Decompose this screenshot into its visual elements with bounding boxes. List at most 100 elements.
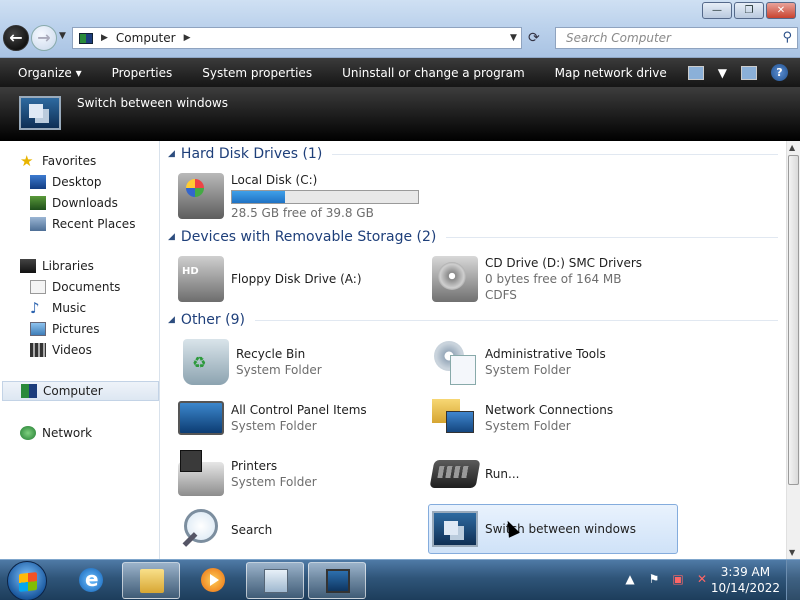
chevron-right-icon[interactable]: ▶: [184, 33, 191, 43]
map-network-drive-button[interactable]: Map network drive: [555, 66, 667, 80]
group-removable-storage[interactable]: ◢ Devices with Removable Storage (2): [168, 229, 778, 245]
search-icon[interactable]: ⚲: [782, 28, 792, 48]
nav-documents-label: Documents: [52, 280, 121, 294]
recent-pages-dropdown[interactable]: ▼: [59, 31, 66, 41]
uninstall-program-button[interactable]: Uninstall or change a program: [342, 66, 525, 80]
close-button[interactable]: ✕: [766, 2, 796, 19]
drive-filesystem: CDFS: [485, 288, 517, 302]
properties-button[interactable]: Properties: [112, 66, 173, 80]
drive-floppy-a[interactable]: Floppy Disk Drive (A:): [178, 254, 362, 304]
recycle-bin-icon: [183, 339, 229, 385]
search-input[interactable]: Search Computer ⚲: [555, 27, 798, 49]
scroll-up-icon[interactable]: ▲: [789, 143, 795, 152]
organize-button[interactable]: Organize ▾: [18, 66, 82, 80]
show-desktop-button[interactable]: [786, 560, 800, 600]
cd-drive-icon: [432, 256, 478, 302]
internet-explorer-icon: [79, 567, 103, 592]
volume-muted-icon[interactable]: ✕: [694, 572, 710, 586]
network-connections-icon: [432, 395, 478, 441]
item-administrative-tools[interactable]: Administrative Tools System Folder: [432, 337, 606, 387]
nav-computer[interactable]: Computer: [2, 381, 159, 401]
admin-tools-icon: [432, 339, 478, 385]
switch-windows-icon: [432, 511, 478, 547]
run-icon: [429, 460, 481, 488]
breadcrumb-computer[interactable]: Computer: [116, 31, 176, 45]
clock[interactable]: 3:39 AM 10/14/2022: [711, 564, 780, 596]
item-switch-between-windows[interactable]: Switch between windows: [428, 504, 678, 554]
item-network-connections[interactable]: Network Connections System Folder: [432, 393, 613, 443]
collapse-arrow-icon[interactable]: ◢: [168, 149, 175, 159]
action-center-flag-icon[interactable]: ⚑: [646, 572, 662, 586]
item-search[interactable]: Search: [178, 505, 272, 555]
drive-free-space: 28.5 GB free of 39.8 GB: [231, 205, 374, 220]
forward-button[interactable]: →: [31, 25, 57, 51]
drive-free-space: 0 bytes free of 164 MB: [485, 272, 622, 286]
details-header: Switch between windows: [0, 87, 800, 141]
minimize-button[interactable]: —: [702, 2, 732, 19]
network-status-icon[interactable]: ▣: [670, 572, 686, 586]
taskbar-document[interactable]: [246, 562, 304, 599]
drive-usage-fill: [232, 190, 285, 203]
collapse-arrow-icon[interactable]: ◢: [168, 315, 175, 325]
item-recycle-bin[interactable]: Recycle Bin System Folder: [178, 337, 322, 387]
vertical-scrollbar[interactable]: ▲ ▼: [786, 141, 800, 559]
drive-name: Local Disk (C:): [231, 172, 318, 187]
change-view-icon[interactable]: [687, 65, 704, 80]
nav-videos-label: Videos: [52, 343, 92, 357]
group-title: Other (9): [180, 312, 245, 328]
clock-date: 10/14/2022: [710, 581, 780, 595]
recent-places-icon: [30, 217, 46, 231]
drive-cd-d[interactable]: CD Drive (D:) SMC Drivers 0 bytes free o…: [432, 254, 642, 304]
title-bar: — ❐ ✕ ← → ▼ ▶ Computer ▶ ▼ ⟳ Search Comp…: [0, 0, 800, 58]
media-player-icon: [201, 568, 225, 592]
nav-favorites[interactable]: ★ Favorites: [20, 151, 177, 171]
item-type: System Folder: [485, 419, 571, 433]
chevron-right-icon[interactable]: ▶: [101, 33, 108, 43]
details-title: Switch between windows: [77, 96, 228, 110]
collapse-arrow-icon[interactable]: ◢: [168, 232, 175, 242]
drive-local-disk-c[interactable]: Local Disk (C:) 28.5 GB free of 39.8 GB: [178, 171, 419, 221]
nav-network-label: Network: [42, 426, 93, 440]
group-other[interactable]: ◢ Other (9): [168, 312, 778, 328]
scroll-down-icon[interactable]: ▼: [789, 548, 795, 557]
item-name: Recycle Bin: [236, 347, 306, 361]
floppy-drive-icon: [178, 256, 224, 302]
show-hidden-icons-icon[interactable]: ▲: [622, 572, 638, 586]
nav-network[interactable]: Network: [20, 423, 177, 443]
taskbar-switch-windows[interactable]: [308, 562, 366, 599]
address-dropdown[interactable]: ▼: [510, 33, 517, 43]
nav-pictures-label: Pictures: [52, 322, 100, 336]
window-controls: — ❐ ✕: [702, 2, 796, 19]
item-printers[interactable]: Printers System Folder: [178, 449, 317, 499]
item-type: System Folder: [231, 475, 317, 489]
preview-pane-icon[interactable]: [741, 65, 757, 80]
nav-libraries[interactable]: Libraries: [20, 256, 177, 276]
group-title: Hard Disk Drives (1): [180, 146, 323, 162]
drive-usage-bar: [231, 189, 419, 204]
refresh-icon[interactable]: ⟳: [528, 30, 540, 46]
system-properties-button[interactable]: System properties: [202, 66, 312, 80]
documents-icon: [30, 280, 46, 294]
computer-icon: [79, 32, 93, 44]
address-bar[interactable]: ▶ Computer ▶: [72, 27, 522, 49]
star-icon: ★: [20, 152, 34, 170]
item-control-panel[interactable]: All Control Panel Items System Folder: [178, 393, 367, 443]
videos-icon: [30, 343, 46, 357]
back-button[interactable]: ←: [3, 25, 29, 51]
downloads-icon: [30, 196, 46, 210]
taskbar-windows-explorer[interactable]: [122, 562, 180, 599]
scrollbar-thumb[interactable]: [788, 155, 799, 485]
nav-music-label: Music: [52, 301, 87, 315]
nav-favorites-label: Favorites: [42, 154, 97, 168]
nav-recent-label: Recent Places: [52, 217, 136, 231]
help-icon[interactable]: ?: [771, 64, 788, 81]
item-type: System Folder: [231, 419, 317, 433]
view-dropdown-icon[interactable]: ▼: [718, 66, 727, 80]
taskbar-internet-explorer[interactable]: [62, 562, 120, 599]
taskbar-media-player[interactable]: [184, 562, 242, 599]
maximize-button[interactable]: ❐: [734, 2, 764, 19]
item-run[interactable]: Run...: [429, 449, 519, 499]
drive-name: Floppy Disk Drive (A:): [231, 272, 362, 286]
start-button[interactable]: [7, 561, 47, 600]
group-hard-disk-drives[interactable]: ◢ Hard Disk Drives (1): [168, 146, 778, 162]
